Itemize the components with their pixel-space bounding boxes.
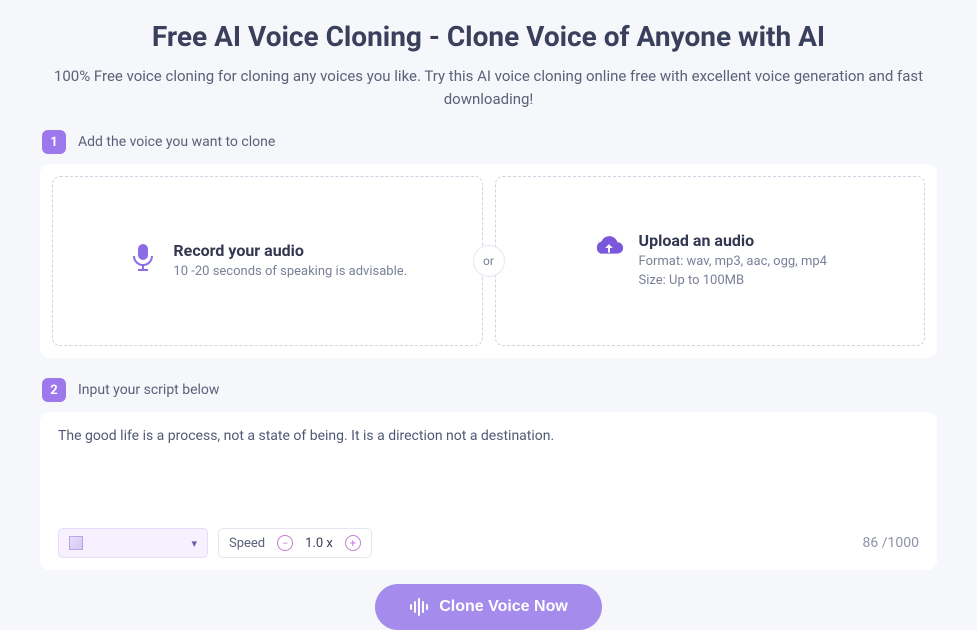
record-title: Record your audio bbox=[173, 241, 407, 260]
waveform-icon bbox=[409, 598, 429, 616]
or-divider: or bbox=[473, 245, 505, 277]
speed-control: Speed − 1.0 x + bbox=[218, 528, 372, 558]
char-counter: 86 /1000 bbox=[863, 535, 919, 551]
step1-body: Record your audio 10 -20 seconds of spea… bbox=[40, 164, 937, 358]
page-title: Free AI Voice Cloning - Clone Voice of A… bbox=[30, 20, 947, 53]
cloud-upload-icon bbox=[593, 231, 625, 263]
clone-voice-button[interactable]: Clone Voice Now bbox=[375, 584, 602, 630]
voice-thumbnail-icon bbox=[69, 536, 83, 550]
upload-size: Size: Up to 100MB bbox=[639, 272, 827, 291]
voice-select[interactable]: ▾ bbox=[58, 528, 208, 558]
speed-label: Speed bbox=[229, 536, 265, 551]
step2-label: Input your script below bbox=[78, 382, 219, 398]
record-audio-option[interactable]: Record your audio 10 -20 seconds of spea… bbox=[52, 176, 483, 346]
step2-badge: 2 bbox=[42, 378, 66, 402]
step1-badge: 1 bbox=[42, 130, 66, 154]
page-subtitle: 100% Free voice cloning for cloning any … bbox=[30, 65, 947, 110]
step1-header: 1 Add the voice you want to clone bbox=[42, 130, 947, 164]
record-hint: 10 -20 seconds of speaking is advisable. bbox=[173, 263, 407, 282]
cta-label: Clone Voice Now bbox=[439, 598, 568, 616]
step2-header: 2 Input your script below bbox=[42, 378, 947, 412]
upload-format: Format: wav, mp3, aac, ogg, mp4 bbox=[639, 253, 827, 272]
step2-body: The good life is a process, not a state … bbox=[40, 412, 937, 570]
microphone-icon bbox=[127, 241, 159, 273]
upload-audio-option[interactable]: Upload an audio Format: wav, mp3, aac, o… bbox=[495, 176, 926, 346]
speed-decrease-button[interactable]: − bbox=[277, 535, 293, 551]
speed-value: 1.0 x bbox=[305, 536, 333, 551]
chevron-down-icon: ▾ bbox=[191, 537, 197, 550]
step1-label: Add the voice you want to clone bbox=[78, 134, 275, 150]
upload-title: Upload an audio bbox=[639, 231, 827, 250]
speed-increase-button[interactable]: + bbox=[345, 535, 361, 551]
script-input[interactable]: The good life is a process, not a state … bbox=[58, 428, 919, 518]
